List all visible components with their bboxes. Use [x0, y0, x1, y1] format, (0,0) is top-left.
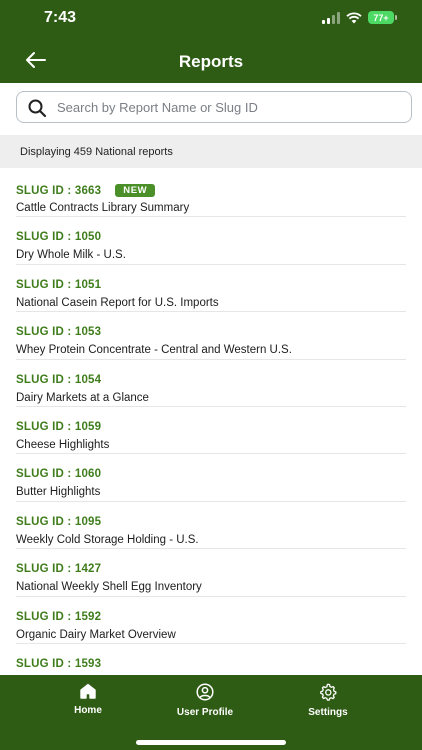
battery-icon: 77+ — [368, 11, 397, 24]
slug-id: SLUG ID : 1427 — [16, 563, 102, 576]
report-name: National Weekly Shell Egg Inventory — [16, 581, 202, 594]
app-header: 7:43 77+ Reports — [0, 0, 422, 83]
new-badge: NEW — [115, 184, 156, 197]
cellular-signal-icon — [322, 11, 340, 24]
report-list-item[interactable]: SLUG ID : 1050 Dry Whole Milk - U.S. — [16, 217, 406, 265]
slug-id: SLUG ID : 1050 — [16, 231, 102, 244]
report-name: Dairy Markets at a Glance — [16, 391, 149, 404]
slug-id: SLUG ID : 1095 — [16, 515, 102, 528]
status-time: 7:43 — [44, 9, 77, 26]
report-list-item[interactable]: SLUG ID : 1054 Dairy Markets at a Glance — [16, 360, 406, 407]
tab-label: Settings — [308, 707, 348, 718]
tab-user-profile[interactable]: User Profile — [155, 683, 255, 718]
wifi-icon — [346, 11, 362, 23]
report-name: Cheese Highlights — [16, 438, 110, 451]
slug-id: SLUG ID : 1051 — [16, 278, 102, 291]
search-bar[interactable] — [16, 91, 412, 123]
report-list-item[interactable]: SLUG ID : 3663 NEW Cattle Contracts Libra… — [16, 170, 406, 218]
tab-label: User Profile — [176, 707, 234, 718]
report-name: Butter Highlights — [16, 486, 101, 499]
report-list-item[interactable]: SLUG ID : 1095 Weekly Cold Storage Holdi… — [16, 502, 406, 550]
status-icons: 77+ — [322, 11, 397, 24]
results-count: Displaying 459 National reports — [20, 146, 173, 158]
home-indicator[interactable] — [136, 740, 286, 745]
slug-id: SLUG ID : 1059 — [16, 420, 102, 433]
search-input[interactable] — [57, 92, 407, 122]
slug-id: SLUG ID : 1054 — [16, 373, 102, 386]
slug-id: SLUG ID : 1592 — [16, 610, 102, 623]
slug-id: SLUG ID : 1593 — [16, 657, 102, 670]
search-icon — [28, 99, 47, 118]
report-list-item[interactable]: SLUG ID : 1051 National Casein Report fo… — [16, 265, 406, 313]
slug-id: SLUG ID : 1060 — [16, 468, 102, 481]
report-list-item[interactable]: SLUG ID : 1427 National Weekly Shell Egg… — [16, 549, 406, 597]
report-name: Whey Protein Concentrate - Central and W… — [16, 344, 292, 357]
user-profile-icon — [196, 683, 214, 701]
report-name: Organic Dairy Market Overview — [16, 628, 176, 641]
slug-id: SLUG ID : 3663 — [16, 185, 102, 197]
tab-settings[interactable]: Settings — [278, 683, 378, 718]
report-name: Dry Whole Milk - U.S. — [16, 249, 126, 262]
report-list-item[interactable]: SLUG ID : 1059 Cheese Highlights — [16, 407, 406, 455]
report-list-item[interactable]: SLUG ID : 1060 Butter Highlights — [16, 454, 406, 502]
report-name: Cattle Contracts Library Summary — [16, 202, 190, 214]
report-name: National Casein Report for U.S. Imports — [16, 296, 219, 309]
bottom-tab-bar: Home User Profile Settings — [0, 675, 422, 750]
report-list-item[interactable]: SLUG ID : 1053 Whey Protein Concentrate … — [16, 312, 406, 360]
tab-home[interactable]: Home — [38, 683, 138, 716]
report-name: Weekly Cold Storage Holding - U.S. — [16, 533, 199, 546]
page-title: Reports — [178, 52, 244, 71]
report-list-item[interactable]: SLUG ID : 1593 — [16, 644, 406, 675]
report-list-item[interactable]: SLUG ID : 1592 Organic Dairy Market Over… — [16, 597, 406, 644]
results-summary-bar: Displaying 459 National reports — [0, 135, 422, 168]
tab-label: Home — [74, 705, 102, 716]
home-icon — [80, 683, 96, 699]
gear-icon — [320, 683, 337, 701]
report-list[interactable]: SLUG ID : 3663 NEW Cattle Contracts Libra… — [0, 170, 422, 675]
slug-id: SLUG ID : 1053 — [16, 326, 102, 339]
